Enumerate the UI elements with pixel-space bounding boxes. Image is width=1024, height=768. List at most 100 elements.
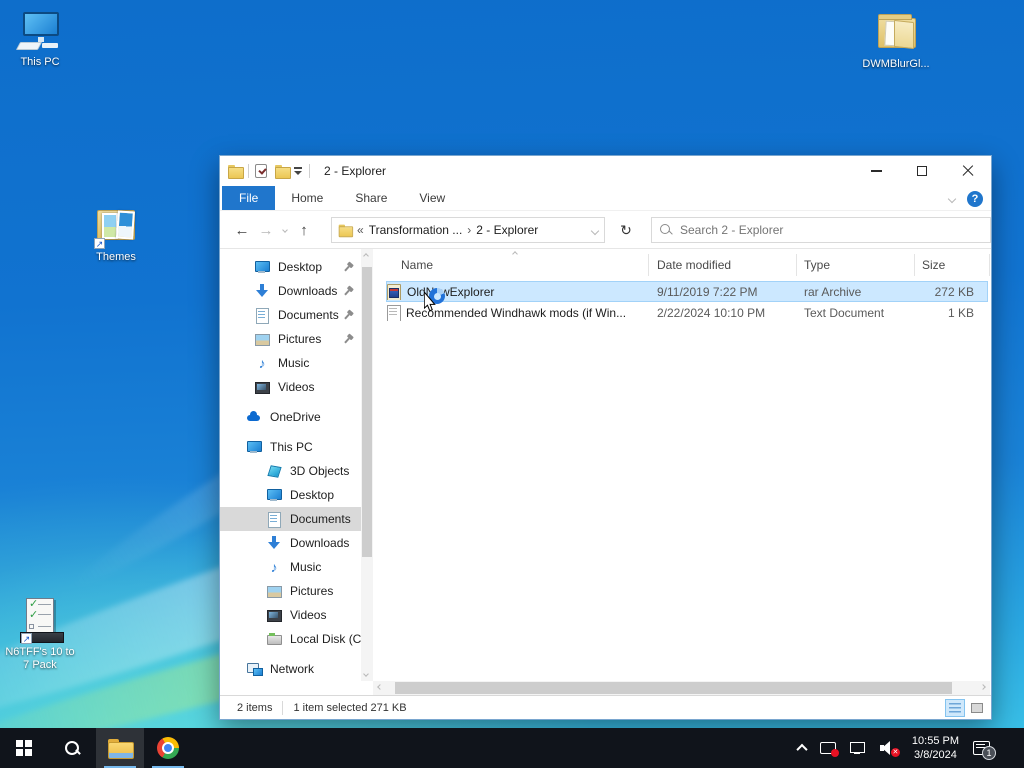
minimize-button[interactable] bbox=[853, 156, 899, 186]
sidebar-item-pc-desktop[interactable]: Desktop bbox=[220, 483, 361, 507]
drive-icon bbox=[266, 631, 282, 647]
display-notification-icon[interactable] bbox=[819, 742, 839, 757]
text-document-icon bbox=[386, 304, 401, 321]
close-button[interactable] bbox=[945, 156, 991, 186]
volume-muted-icon[interactable]: ✕ bbox=[879, 741, 900, 757]
music-icon: ♪ bbox=[270, 559, 278, 575]
sidebar-item-documents[interactable]: Documents bbox=[220, 303, 361, 327]
tab-home[interactable]: Home bbox=[275, 186, 339, 210]
search-input[interactable] bbox=[680, 223, 982, 237]
up-button[interactable]: ↑ bbox=[292, 222, 316, 239]
taskbar-search-button[interactable] bbox=[48, 728, 96, 768]
videos-icon bbox=[254, 379, 270, 395]
sidebar-scrollbar[interactable] bbox=[361, 249, 373, 681]
qat-dropdown-icon[interactable] bbox=[293, 166, 303, 176]
folder-icon bbox=[872, 12, 920, 56]
desktop-icon-n6tff-pack[interactable]: ✓ ✓ ↗ N6TFF's 10 to 7 Pack bbox=[2, 598, 78, 672]
breadcrumb-segment[interactable]: Transformation ... bbox=[369, 223, 463, 237]
large-icons-view-button[interactable] bbox=[967, 699, 987, 717]
start-button[interactable] bbox=[0, 728, 48, 768]
themes-folder-icon: ↗ bbox=[92, 205, 140, 249]
scroll-up-icon[interactable] bbox=[363, 253, 369, 259]
scrollbar-thumb[interactable] bbox=[395, 682, 952, 694]
details-view-button[interactable] bbox=[945, 698, 965, 717]
status-bar: 2 items 1 item selected 271 KB bbox=[220, 695, 991, 719]
item-count: 2 items bbox=[237, 701, 273, 714]
horizontal-scrollbar[interactable] bbox=[373, 681, 990, 695]
videos-icon bbox=[266, 607, 282, 623]
forward-button[interactable]: → bbox=[254, 222, 278, 239]
action-center-icon[interactable]: 1 bbox=[973, 741, 996, 760]
address-bar[interactable]: « Transformation ... › 2 - Explorer bbox=[331, 217, 605, 243]
sidebar-item-downloads[interactable]: Downloads bbox=[220, 279, 361, 303]
desktop-icon-dwmblur-folder[interactable]: DWMBlurGl... bbox=[858, 12, 934, 71]
column-header-date-modified[interactable]: Date modified bbox=[657, 258, 731, 272]
sidebar-item-local-disk-c[interactable]: Local Disk (C:) bbox=[220, 627, 361, 651]
search-box[interactable] bbox=[651, 217, 991, 243]
desktop-icon-label: This PC bbox=[20, 56, 60, 68]
new-folder-qat-icon[interactable] bbox=[275, 165, 291, 179]
sidebar-item-network[interactable]: Network bbox=[220, 657, 361, 681]
network-tray-icon[interactable] bbox=[849, 742, 866, 754]
refresh-button[interactable]: ↻ bbox=[611, 217, 641, 243]
taskbar-chrome-button[interactable] bbox=[144, 728, 192, 768]
taskbar-file-explorer-button[interactable] bbox=[96, 728, 144, 768]
ribbon-tabs: File Home Share View ? bbox=[220, 186, 991, 211]
sidebar-item-pc-pictures[interactable]: Pictures bbox=[220, 579, 361, 603]
column-header-name[interactable]: Name bbox=[401, 258, 433, 272]
details-view-icon bbox=[949, 702, 961, 713]
sidebar-item-pc-documents[interactable]: Documents bbox=[220, 507, 361, 531]
title-bar: 2 - Explorer bbox=[220, 156, 991, 186]
minimize-icon bbox=[870, 170, 882, 172]
help-button[interactable]: ? bbox=[967, 190, 983, 207]
file-list: Name Date modified Type Size OldNewExplo… bbox=[373, 249, 990, 681]
column-header-size[interactable]: Size bbox=[922, 258, 945, 272]
documents-icon bbox=[254, 307, 270, 324]
address-dropdown-icon[interactable] bbox=[590, 226, 600, 236]
desktop-icon bbox=[254, 259, 270, 275]
desktop-icon-label: Themes bbox=[96, 251, 136, 263]
tab-share[interactable]: Share bbox=[339, 186, 403, 210]
maximize-button[interactable] bbox=[899, 156, 945, 186]
breadcrumb-segment[interactable]: 2 - Explorer bbox=[476, 223, 538, 237]
sidebar-item-desktop[interactable]: Desktop bbox=[220, 255, 361, 279]
sidebar-item-onedrive[interactable]: OneDrive bbox=[220, 405, 361, 429]
expand-ribbon-icon[interactable] bbox=[947, 194, 957, 203]
pin-icon bbox=[341, 284, 356, 299]
hidden-icons-chevron[interactable] bbox=[796, 743, 808, 756]
back-button[interactable]: ← bbox=[230, 222, 254, 239]
file-row-oldnewexplorer[interactable]: OldNewExplorer 9/11/2019 7:22 PM rar Arc… bbox=[386, 281, 988, 302]
sidebar-item-music[interactable]: ♪ Music bbox=[220, 351, 361, 375]
downloads-icon bbox=[266, 535, 282, 551]
pin-icon bbox=[341, 332, 356, 347]
file-type: rar Archive bbox=[804, 284, 862, 299]
scroll-down-icon[interactable] bbox=[363, 671, 369, 677]
recent-locations-icon[interactable] bbox=[282, 227, 288, 233]
navigation-bar: ← → ↑ « Transformation ... › 2 - Explore… bbox=[220, 211, 991, 249]
column-headers: Name Date modified Type Size bbox=[373, 249, 990, 281]
desktop-icon-label: N6TFF's 10 to 7 Pack bbox=[5, 646, 75, 671]
sidebar-item-pc-downloads[interactable]: Downloads bbox=[220, 531, 361, 555]
scrollbar-thumb[interactable] bbox=[362, 267, 372, 557]
sidebar-item-3d-objects[interactable]: 3D Objects bbox=[220, 459, 361, 483]
file-explorer-icon bbox=[108, 739, 134, 759]
taskbar: ✕ 10:55 PM 3/8/2024 1 bbox=[0, 728, 1024, 768]
desktop-icon-themes[interactable]: ↗ Themes bbox=[80, 205, 152, 264]
taskbar-clock[interactable]: 10:55 PM 3/8/2024 bbox=[912, 734, 959, 762]
breadcrumb-overflow[interactable]: « bbox=[357, 223, 364, 237]
sidebar-item-pictures[interactable]: Pictures bbox=[220, 327, 361, 351]
tab-file[interactable]: File bbox=[222, 186, 276, 210]
sidebar-item-pc-videos[interactable]: Videos bbox=[220, 603, 361, 627]
sidebar-item-this-pc[interactable]: This PC bbox=[220, 435, 361, 459]
scroll-left-icon[interactable] bbox=[377, 684, 383, 690]
properties-qat-icon[interactable] bbox=[255, 164, 267, 178]
documents-icon bbox=[266, 511, 282, 528]
desktop-icon-this-pc[interactable]: This PC bbox=[2, 10, 78, 69]
tab-view[interactable]: View bbox=[403, 186, 461, 210]
sidebar-item-videos[interactable]: Videos bbox=[220, 375, 361, 399]
column-header-type[interactable]: Type bbox=[804, 258, 830, 272]
sidebar-item-pc-music[interactable]: ♪ Music bbox=[220, 555, 361, 579]
scroll-right-icon[interactable] bbox=[980, 684, 986, 690]
shortcut-arrow-icon: ↗ bbox=[21, 633, 32, 644]
file-row-windhawk-mods[interactable]: Recommended Windhawk mods (if Win... 2/2… bbox=[386, 302, 988, 323]
